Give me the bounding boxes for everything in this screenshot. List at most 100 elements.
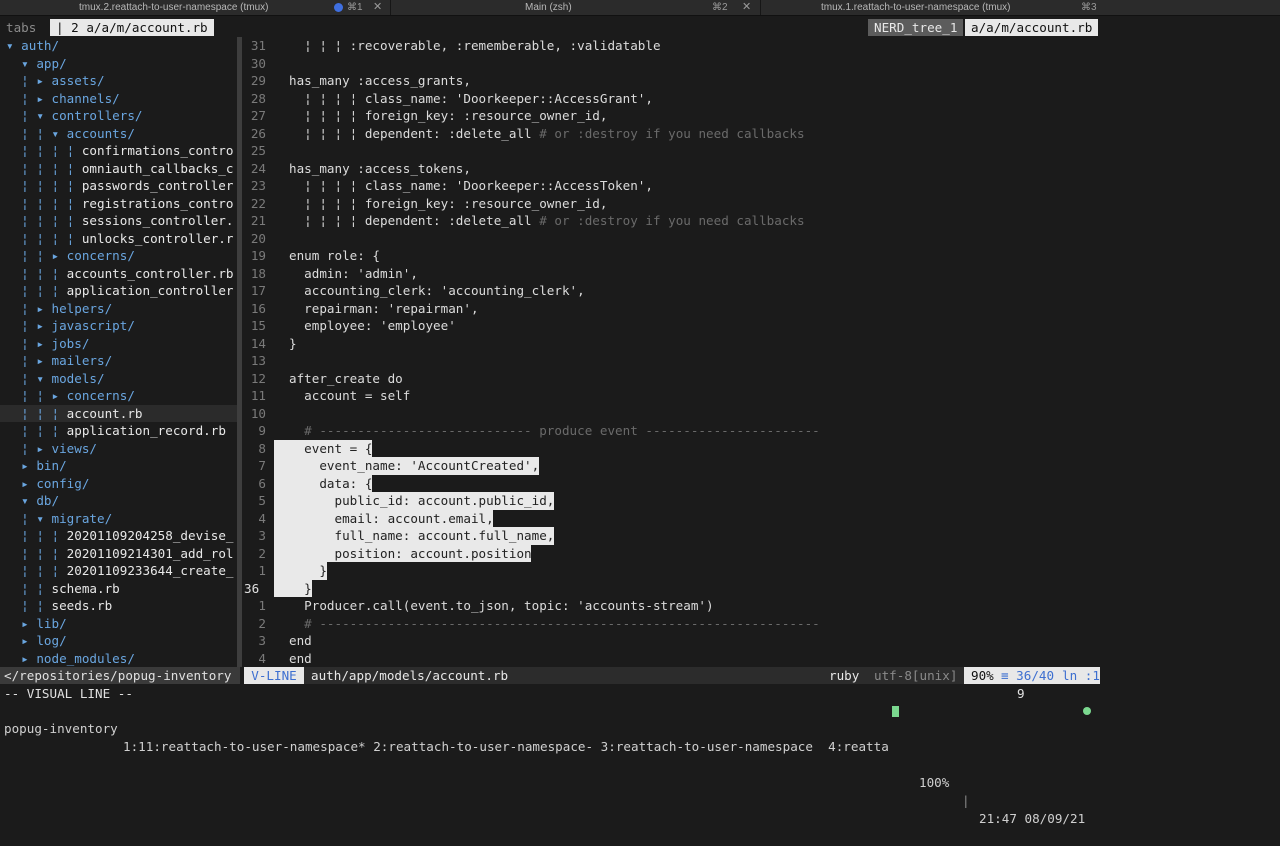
code-line[interactable]: after_create do [289,370,403,388]
tree-folder-row[interactable]: ¦ ¦ ▸ concerns/ [6,387,135,405]
tree-file-row[interactable]: ¦ ¦ ¦ ¦ omniauth_callbacks_c [6,160,233,178]
code-line[interactable]: } [289,335,297,353]
clock: 21:47 08/09/21 [979,811,1086,826]
tree-file-row[interactable]: ¦ ¦ ¦ 20201109214301_add_rol [6,545,233,563]
code-line[interactable]: data: { [289,475,372,493]
tree-folder-row[interactable]: ▾ auth/ [6,37,59,55]
tree-folder-row[interactable]: ▸ config/ [6,475,89,493]
code-line[interactable]: end [289,650,312,668]
tree-file-row[interactable]: ¦ ¦ ¦ account.rb [6,405,142,423]
folder-name: db/ [36,493,60,508]
code-line[interactable]: email: account.email, [289,510,493,528]
file-name: application_record.rb [66,423,226,438]
line-number: 15 [250,318,266,333]
code-line[interactable]: } [289,562,327,580]
tree-file-row[interactable]: ¦ ¦ schema.rb [6,580,120,598]
tree-folder-row[interactable]: ▾ db/ [6,492,59,510]
tree-file-row[interactable]: ¦ ¦ seeds.rb [6,597,112,615]
code-line[interactable]: employee: 'employee' [289,317,456,335]
folder-name: assets/ [51,73,105,88]
code-line[interactable]: enum role: { [289,247,380,265]
tree-indent: ▸ [6,475,37,491]
code-line[interactable]: end [289,632,312,650]
tree-folder-row[interactable]: ¦ ▸ assets/ [6,72,105,90]
tmux-window-list[interactable]: 1:11:reattach-to-user-namespace* 2:reatt… [123,738,889,756]
tree-folder-row[interactable]: ¦ ▾ controllers/ [6,107,142,125]
terminal-tab-2-shortcut: ⌘2 [712,2,728,13]
tree-folder-row[interactable]: ¦ ▸ javascript/ [6,317,135,335]
tree-folder-row[interactable]: ▸ node_modules/ [6,650,135,668]
tree-folder-row[interactable]: ▸ lib/ [6,615,67,633]
tree-folder-row[interactable]: ¦ ▸ views/ [6,440,97,458]
terminal-tab-1[interactable]: tmux.2.reattach-to-user-namespace (tmux)… [0,0,390,15]
window-split-divider[interactable] [237,37,242,667]
code-line[interactable]: accounting_clerk: 'accounting_clerk', [289,282,585,300]
code-line[interactable]: full_name: account.full_name, [289,527,554,545]
tree-indent: ¦ ¦ ¦ [6,283,67,298]
tree-folder-row[interactable]: ¦ ¦ ▸ concerns/ [6,247,135,265]
tree-folder-row[interactable]: ¦ ▾ migrate/ [6,510,112,528]
code-line[interactable]: ¦ ¦ ¦ ¦ class_name: 'Doorkeeper::AccessT… [289,177,653,195]
code-line[interactable]: } [289,580,312,598]
active-buffer-tab[interactable]: | 2 a/a/m/account.rb [50,19,214,36]
tree-folder-row[interactable]: ¦ ▾ models/ [6,370,104,388]
tree-folder-row[interactable]: ¦ ▸ helpers/ [6,300,112,318]
code-line[interactable]: event_name: 'AccountCreated', [289,457,539,475]
code-line[interactable]: has_many :access_tokens, [289,160,471,178]
tree-file-row[interactable]: ¦ ¦ ¦ ¦ registrations_contro [6,195,233,213]
code-line[interactable]: # ---------------------------- produce e… [289,422,820,440]
code-line[interactable]: position: account.position [289,545,531,563]
code-line[interactable]: ¦ ¦ ¦ ¦ class_name: 'Doorkeeper::AccessG… [289,90,653,108]
code-line[interactable]: event = { [289,440,372,458]
terminal-tab-2[interactable]: Main (zsh) ⌘2 ✕ [391,0,751,15]
line-number: 2 [258,615,266,631]
tree-folder-row[interactable]: ▸ log/ [6,632,67,650]
code-line[interactable]: Producer.call(event.to_json, topic: 'acc… [289,597,713,615]
tree-folder-row[interactable]: ¦ ▸ mailers/ [6,352,112,370]
code-line[interactable]: ¦ ¦ ¦ ¦ dependent: :delete_all # or :des… [289,212,804,230]
tree-file-row[interactable]: ¦ ¦ ¦ ¦ unlocks_controller.r [6,230,233,248]
tree-file-row[interactable]: ¦ ¦ ¦ ¦ passwords_controller [6,177,233,195]
tree-indent: ▾ [6,55,37,71]
tree-file-row[interactable]: ¦ ¦ ¦ 20201109233644_create_ [6,562,233,580]
code-editor[interactable]: 31 ¦ ¦ ¦ :recoverable, :rememberable, :v… [244,37,1104,667]
tree-folder-row[interactable]: ¦ ▸ channels/ [6,90,120,108]
status-file-path: auth/app/models/account.rb [311,668,509,683]
tree-file-row[interactable]: ¦ ¦ ¦ ¦ sessions_controller. [6,212,233,230]
tree-folder-row[interactable]: ▸ bin/ [6,457,67,475]
status-percent: 90% [971,668,994,683]
nerdtree-buffer-label[interactable]: NERD_tree_1 [868,19,964,36]
tree-file-row[interactable]: ¦ ¦ ¦ application_controller [6,282,233,300]
tree-folder-row[interactable]: ¦ ▸ jobs/ [6,335,89,353]
tree-indent: ¦ ¦ ¦ [6,405,67,421]
tree-folder-row[interactable]: ▾ app/ [6,55,67,73]
vim-tabline: tabs | 2 a/a/m/account.rb | NERD_tree_1 … [0,19,1100,36]
code-line[interactable]: ¦ ¦ ¦ ¦ foreign_key: :resource_owner_id, [289,107,607,125]
folder-name: auth/ [21,38,60,53]
code-line[interactable]: ¦ ¦ ¦ ¦ dependent: :delete_all # or :des… [289,125,804,143]
code-line[interactable]: ¦ ¦ ¦ ¦ foreign_key: :resource_owner_id, [289,195,607,213]
tree-file-row[interactable]: ¦ ¦ ¦ accounts_controller.rb [6,265,233,283]
tree-indent: ¦ ▾ [6,108,52,123]
code-line[interactable]: # --------------------------------------… [289,615,820,633]
code-line[interactable]: has_many :access_grants, [289,72,471,90]
current-file-label[interactable]: a/a/m/account.rb [965,19,1099,36]
close-icon[interactable]: ✕ [742,0,751,15]
code-line[interactable]: repairman: 'repairman', [289,300,478,318]
code-comment: # --------------------------------------… [289,615,820,631]
close-icon[interactable]: ✕ [373,0,382,15]
code-line[interactable]: admin: 'admin', [289,265,418,283]
tree-folder-row[interactable]: ¦ ¦ ▾ accounts/ [6,125,135,143]
file-tree[interactable]: ▾ auth/ ▾ app/ ¦ ▸ assets/ ¦ ▸ channels/… [0,37,240,667]
tree-file-row[interactable]: ¦ ¦ ¦ application_record.rb [6,422,226,440]
code-line[interactable]: account = self [289,387,410,405]
code-line[interactable]: public_id: account.public_id, [289,492,554,510]
folder-name: node_modules/ [36,650,135,666]
code-line[interactable]: ¦ ¦ ¦ :recoverable, :rememberable, :vali… [289,37,660,55]
terminal-tab-3[interactable]: tmux.1.reattach-to-user-namespace (tmux)… [761,0,1280,15]
tree-file-row[interactable]: ¦ ¦ ¦ 20201109204258_devise_ [6,527,233,545]
battery-icon [892,706,899,717]
tree-file-row[interactable]: ¦ ¦ ¦ ¦ confirmations_contro [6,142,233,160]
code-text: has_many :access_tokens, [289,160,471,176]
file-name: sessions_controller. [81,213,234,228]
